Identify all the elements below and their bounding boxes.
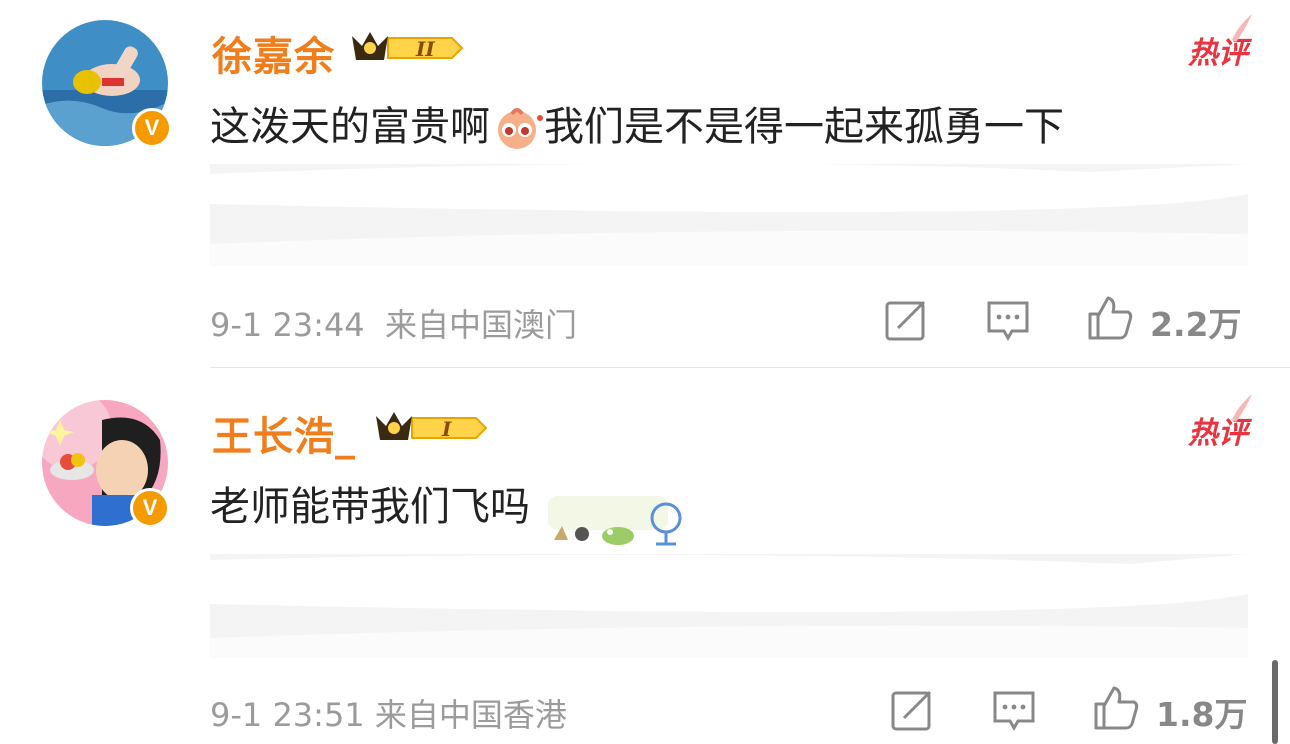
location: 来自中国香港 [374, 696, 567, 734]
level-crown-badge-icon: II [348, 26, 466, 70]
level-text: I [441, 417, 452, 441]
forward-icon[interactable] [890, 688, 934, 732]
like-icon[interactable] [1092, 684, 1140, 732]
flame-icon [1232, 14, 1252, 42]
comment-text-part: 老师能带我们飞吗 [210, 484, 530, 530]
level-crown-badge-icon: I [372, 406, 490, 450]
username[interactable]: 徐嘉余 [212, 24, 335, 82]
comment-text-part: 我们是不是得一起来孤勇一下 [544, 104, 1064, 150]
scrollbar[interactable] [1272, 660, 1278, 744]
comment-text: 这泼天的富贵啊 我们是不是得一起来孤勇一下 [210, 94, 1064, 152]
comment-item: V 王长浩_ I 热评 老师能带我们飞吗 9-1 23:51 来自中国香港 1.… [0, 368, 1290, 744]
verified-badge-icon: V [130, 488, 170, 528]
username[interactable]: 王长浩_ [212, 404, 356, 462]
comment-text-part: 这泼天的富贵啊 [210, 104, 490, 150]
shy-face-emoji-icon [490, 104, 544, 150]
reply-icon[interactable] [986, 298, 1030, 342]
hidden-reply-area [210, 164, 1248, 266]
timestamp: 9-1 23:44 [210, 306, 365, 344]
forward-icon[interactable] [884, 298, 928, 342]
comment-meta: 9-1 23:44 来自中国澳门 [210, 300, 577, 346]
timestamp: 9-1 23:51 [210, 696, 365, 734]
location: 来自中国澳门 [385, 306, 578, 344]
hot-comment-label: 热评 [1188, 14, 1252, 72]
comment-text: 老师能带我们飞吗 [210, 474, 530, 532]
sticker-row-emoji-icon [548, 496, 682, 546]
like-count: 1.8万 [1156, 695, 1248, 734]
like-icon[interactable] [1086, 294, 1134, 342]
reply-icon[interactable] [992, 688, 1036, 732]
flame-icon [1232, 394, 1252, 422]
level-text: II [415, 37, 435, 61]
verified-badge-icon: V [132, 108, 172, 148]
comment-item: V 徐嘉余 II 热评 这泼天的富贵啊 我们是不是得一起来孤勇一下 9-1 23:… [0, 0, 1290, 368]
comment-meta: 9-1 23:51 来自中国香港 [210, 690, 567, 736]
hidden-reply-area [210, 554, 1248, 658]
hot-comment-label: 热评 [1188, 394, 1252, 452]
like-count: 2.2万 [1150, 305, 1242, 344]
